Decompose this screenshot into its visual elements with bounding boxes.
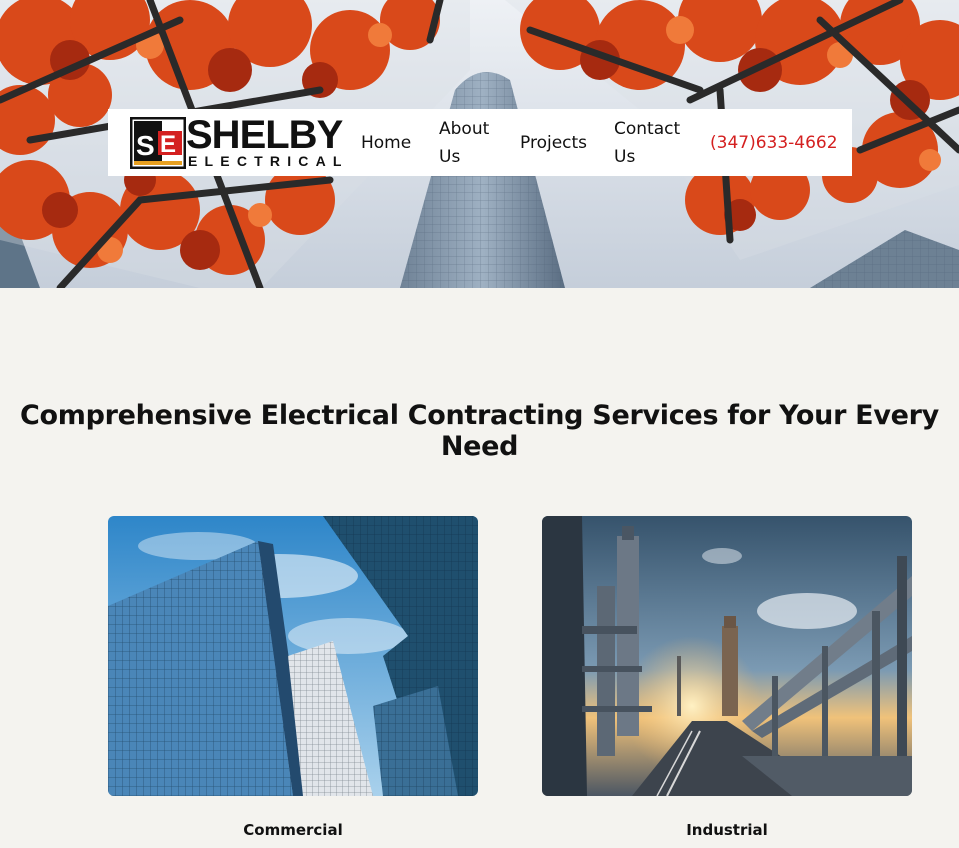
nav-about-line2: Us <box>439 147 461 167</box>
nav-contact-line2: Us <box>614 147 636 167</box>
phone-link[interactable]: (347)633-4662 <box>710 129 838 157</box>
nav-contact-link[interactable]: Contact Us <box>614 115 686 171</box>
svg-text:S: S <box>136 130 155 161</box>
industrial-image[interactable] <box>542 516 912 796</box>
nav-contact-line1: Contact <box>614 119 681 139</box>
nav-about-link[interactable]: About Us <box>439 115 499 171</box>
nav-projects-link[interactable]: Projects <box>520 129 587 157</box>
section-heading: Comprehensive Electrical Contracting Ser… <box>20 400 939 462</box>
skyscrapers-photo <box>108 516 478 796</box>
service-card-commercial[interactable]: Commercial <box>108 516 478 839</box>
logo-wordmark: SHELBY <box>186 113 343 157</box>
nav-home-link[interactable]: Home <box>361 129 411 157</box>
refinery-photo <box>542 516 912 796</box>
service-card-industrial[interactable]: Industrial <box>542 516 912 839</box>
site-header: S E SHELBY ELECTRICAL Home About Us Proj… <box>108 109 852 176</box>
logo-subtitle: ELECTRICAL <box>188 153 349 169</box>
site-logo[interactable]: S E SHELBY ELECTRICAL <box>130 113 360 171</box>
service-label-commercial: Commercial <box>243 821 343 839</box>
service-label-industrial: Industrial <box>686 821 768 839</box>
nav-about-line1: About <box>439 119 490 139</box>
commercial-image[interactable] <box>108 516 478 796</box>
svg-text:E: E <box>160 131 176 158</box>
se-monogram-icon: S E <box>130 117 186 169</box>
